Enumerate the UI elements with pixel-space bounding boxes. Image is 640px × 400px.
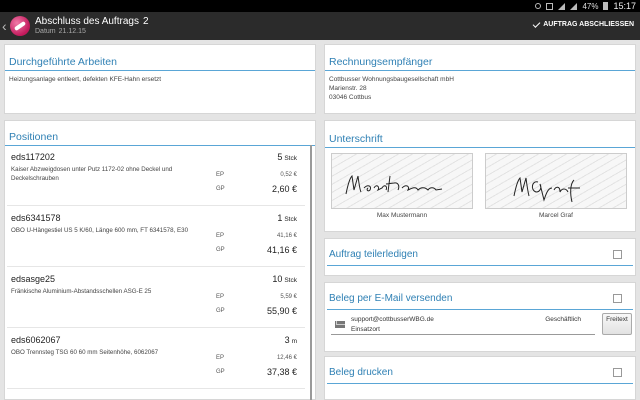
print-receipt-title: Beleg drucken (329, 367, 393, 378)
total-price: 41,16 € (266, 245, 297, 255)
quantity-value: 3 (284, 335, 290, 345)
position-code: edsasge25 (11, 274, 56, 284)
signature-pad-2[interactable] (485, 153, 627, 209)
check-icon (532, 19, 541, 28)
total-price-label: GP (216, 186, 225, 192)
quantity-unit: Stck (284, 155, 297, 162)
email-receipt-checkbox[interactable] (613, 294, 622, 303)
back-icon[interactable]: ‹ (2, 18, 7, 34)
print-receipt-checkbox[interactable] (613, 368, 622, 377)
divider (327, 265, 633, 266)
total-price-label: GP (216, 369, 225, 375)
print-receipt-card[interactable]: Beleg drucken (324, 356, 636, 400)
recipient-title: Rechnungsempfänger (325, 45, 635, 71)
partial-completion-checkbox[interactable] (613, 250, 622, 259)
position-quantity: 3m (285, 335, 297, 345)
wifi-icon (558, 2, 566, 10)
unit-price: 41,16 € (276, 233, 297, 239)
work-card: Durchgeführte Arbeiten Heizungsanlage en… (4, 44, 316, 114)
position-code: eds117202 (11, 152, 55, 162)
quantity-unit: Stck (284, 277, 297, 284)
position-quantity: 1 Stck (277, 213, 297, 223)
unit-price-label: EP (216, 294, 225, 300)
work-text[interactable]: Heizungsanlage entleert, defekten KFE-Ha… (5, 71, 315, 88)
status-bar: 47% 15:17 (0, 0, 640, 12)
position-quantity: 5 Stck (277, 152, 297, 162)
position-quantity: 10 Stck (272, 274, 297, 284)
recipient-card: Rechnungsempfänger Cottbusser Wohnungsba… (324, 44, 636, 114)
email-recipient-row[interactable]: support@cottbusserWBG.de Einsatzort Gesc… (331, 315, 595, 335)
unit-price: 12,46 € (276, 355, 297, 361)
position-description: OBO Trennsteg TSG 60 60 mm Seitenhöhe, 6… (11, 349, 159, 356)
email-address: support@cottbusserWBG.de (351, 316, 434, 323)
clock: 15:17 (613, 1, 636, 11)
signature-card: Unterschrift Max Mustermann Marcel Graf (324, 120, 636, 232)
positions-list[interactable]: eds117202 5 Stck Kaiser Abzweigdosen unte… (7, 145, 305, 399)
vibrate-icon (546, 2, 554, 10)
signal-icon (570, 2, 578, 10)
recipient-company: Cottbusser Wohnungsbaugesellschaft mbH (329, 76, 454, 83)
quantity-unit: m (291, 338, 297, 345)
free-text-button[interactable]: Freitext (602, 313, 632, 335)
battery-percent: 47% (582, 1, 599, 11)
divider (327, 309, 633, 310)
quantity-unit: Stck (284, 216, 297, 223)
partial-completion-title: Auftrag teilerledigen (329, 249, 418, 260)
action-bar: ‹ Abschluss des Auftrags 2 Datum 21.12.15 … (0, 12, 640, 40)
signature-drawing-1 (345, 174, 443, 195)
signature-title: Unterschrift (325, 121, 635, 148)
unit-price: 0,52 € (280, 172, 297, 178)
recipient-street: Marienstr. 28 (329, 85, 367, 92)
unit-price: 5,59 € (280, 294, 297, 300)
quantity-value: 10 (272, 274, 283, 284)
email-receipt-title: Beleg per E-Mail versenden (329, 293, 453, 304)
recipient-city: 03046 Cottbus (329, 94, 372, 101)
quantity-value: 5 (277, 152, 283, 162)
total-price: 2,60 € (271, 184, 297, 194)
battery-icon (603, 2, 609, 10)
position-code: eds6062067 (11, 335, 61, 345)
position-item[interactable]: eds6341578 1 Stck OBO U-Hängestiel US 5 K… (7, 206, 305, 267)
quantity-value: 1 (277, 213, 283, 223)
page-title: Abschluss des Auftrags 2 (35, 16, 149, 27)
position-description: Kaiser Abzweigdosen unter Putz 1172-02 o… (11, 166, 173, 182)
position-code: eds6341578 (11, 213, 61, 223)
date-value: 21.12.15 (58, 28, 86, 35)
finish-order-button[interactable]: AUFTRAG ABSCHLIESSEN (532, 19, 634, 28)
page-title-text: Abschluss des Auftrags (35, 16, 139, 27)
signature-drawing-2 (513, 176, 580, 203)
finish-order-label: AUFTRAG ABSCHLIESSEN (543, 21, 634, 28)
email-type: Einsatzort (351, 326, 380, 333)
total-price-label: GP (216, 247, 225, 253)
order-number: 2 (142, 16, 149, 27)
position-description: Fränkische Aluminium-Abstandsschellen AS… (11, 288, 152, 295)
partial-completion-card[interactable]: Auftrag teilerledigen (324, 238, 636, 276)
date-label: Datum (35, 28, 56, 35)
total-price: 37,38 € (266, 367, 297, 377)
positions-scrollbar[interactable] (310, 145, 312, 400)
total-price-label: GP (216, 308, 225, 314)
positions-card: Positionen eds117202 5 Stck Kaiser Abzwei… (4, 120, 316, 400)
unit-price-label: EP (216, 172, 225, 178)
signer-name-1: Max Mustermann (376, 212, 428, 219)
divider (327, 383, 633, 384)
unit-price-label: EP (216, 355, 225, 361)
position-item[interactable]: eds117202 5 Stck Kaiser Abzweigdosen unte… (7, 145, 305, 206)
date-line: Datum 21.12.15 (35, 28, 86, 35)
total-price: 55,90 € (266, 306, 297, 316)
signer-name-2: Marcel Graf (539, 212, 573, 219)
recipient-address[interactable]: Cottbusser Wohnungsbaugesellschaft mbH M… (325, 71, 635, 106)
signature-pad-1[interactable] (331, 153, 473, 209)
work-title: Durchgeführte Arbeiten (5, 45, 315, 71)
positions-title: Positionen (5, 121, 315, 146)
email-kind: Geschäftlich (545, 316, 581, 323)
unit-price-label: EP (216, 233, 225, 239)
bluetooth-icon (535, 3, 542, 9)
position-item[interactable]: eds6062067 3m OBO Trennsteg TSG 60 60 mm… (7, 328, 305, 389)
app-logo[interactable] (10, 16, 30, 36)
mail-icon (335, 321, 345, 328)
email-receipt-card: Beleg per E-Mail versenden support@cottb… (324, 282, 636, 352)
position-description: OBO U-Hängestiel US 5 K/60, Länge 600 mm… (11, 227, 189, 234)
position-item[interactable]: edsasge25 10 Stck Fränkische Aluminium-Ab… (7, 267, 305, 328)
